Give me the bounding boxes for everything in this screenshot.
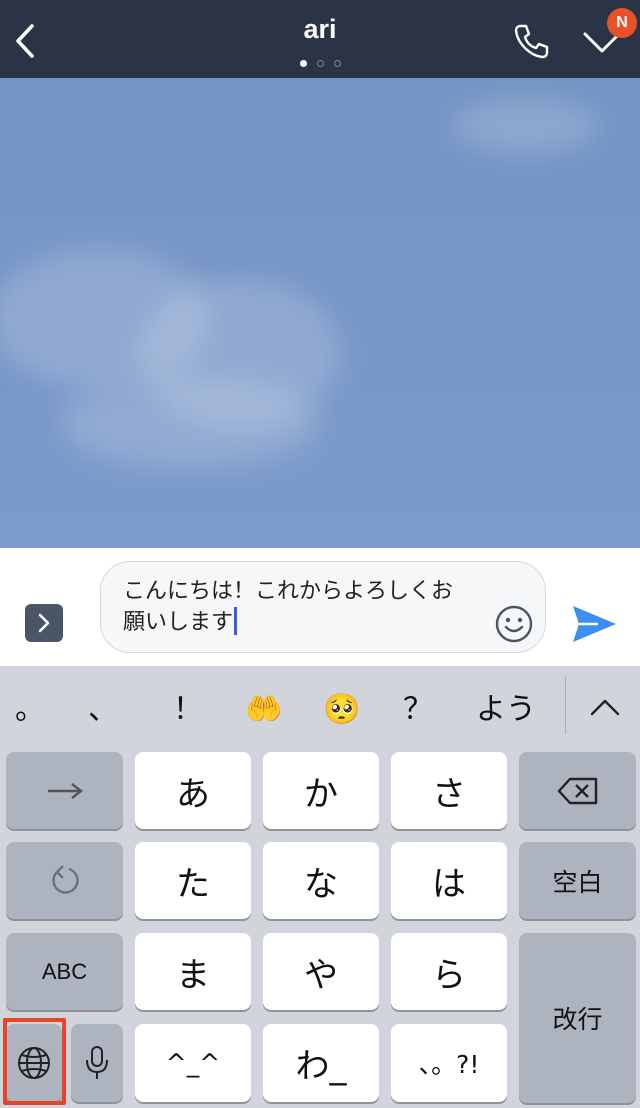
cloud-decoration [450,98,600,153]
call-button[interactable] [510,20,552,62]
key-na[interactable]: な [263,842,379,919]
abc-key[interactable]: ABC [6,933,123,1010]
key-ma[interactable]: ま [135,933,251,1010]
expand-menu-button[interactable] [25,604,63,642]
key-punctuation[interactable]: 、。?! [391,1024,507,1102]
candidate-item[interactable]: 、 [78,682,128,738]
chat-header: ari N [0,0,640,78]
delete-key[interactable] [519,752,636,829]
text-cursor [234,607,238,635]
key-label: 空白 [552,867,603,897]
chevron-up-icon [590,699,620,716]
return-key[interactable]: 改行 [519,933,636,1103]
globe-icon [18,1047,50,1079]
phone-icon [514,24,549,59]
page-dot [299,60,307,67]
key-ta[interactable]: た [135,842,251,919]
japanese-keyboard: 。 、 ！ 🤲 🥺 ？ よう あ か さ た な は 空白 ABC ま や ら … [0,666,640,1108]
notification-badge: N [607,8,637,38]
key-ya[interactable]: や [263,933,379,1010]
candidate-item[interactable]: 🥺 [314,682,370,738]
space-key[interactable]: 空白 [519,842,636,919]
emoji-button[interactable] [494,604,534,644]
key-sa[interactable]: さ [391,752,507,829]
undo-icon [51,864,79,894]
key-label: ^_^ [165,1048,221,1078]
key-ka[interactable]: か [263,752,379,829]
page-dot [316,60,324,67]
key-a[interactable]: あ [135,752,251,829]
paper-plane-icon [573,606,616,642]
key-label: 改行 [552,1005,603,1034]
backspace-icon [557,777,597,804]
message-text: こんにちは！これからよろしくお願いします [123,579,454,635]
key-label: さ [432,774,466,814]
key-label: か [304,774,338,814]
arrow-right-icon [47,782,83,799]
undo-key[interactable] [6,842,123,919]
key-label: な [304,864,338,904]
key-ra[interactable]: ら [391,933,507,1010]
next-char-key[interactable] [6,752,123,829]
candidate-bar: 。 、 ！ 🤲 🥺 ？ よう [0,666,640,750]
key-ha[interactable]: は [391,842,507,919]
dictation-key[interactable] [71,1024,123,1102]
globe-key[interactable] [6,1024,62,1102]
microphone-icon [86,1046,108,1079]
candidate-item[interactable]: ！ [163,682,213,738]
candidate-item[interactable]: よう [466,682,546,738]
key-emoticon[interactable]: ^_^ [135,1024,251,1102]
key-label: あ [176,774,210,814]
expand-candidates-button[interactable] [575,682,635,738]
key-label: た [176,864,210,904]
chat-messages-area[interactable] [0,78,640,548]
candidate-item[interactable]: 。 [5,682,55,738]
message-text-wrap: こんにちは！これからよろしくお願いします [123,576,463,638]
message-input-bar: こんにちは！これからよろしくお願いします [0,548,640,666]
key-label: 、。?! [418,1050,480,1079]
key-label: ま [176,955,210,995]
key-label: は [432,864,466,904]
candidate-separator [565,676,566,734]
candidate-item[interactable]: 🤲 [236,682,292,738]
key-label: ABC [41,958,88,984]
candidate-item[interactable]: ？ [393,682,443,738]
page-dot [333,60,341,67]
cloud-decoration [60,378,320,468]
message-input[interactable]: こんにちは！これからよろしくお願いします [100,561,546,653]
key-wa[interactable]: わ_ [263,1024,379,1102]
key-label: や [304,955,338,995]
key-label: わ_ [295,1046,347,1087]
key-label: ら [432,955,466,995]
chevron-right-icon [38,613,50,633]
smiley-icon [495,605,533,643]
send-button[interactable] [568,598,620,650]
